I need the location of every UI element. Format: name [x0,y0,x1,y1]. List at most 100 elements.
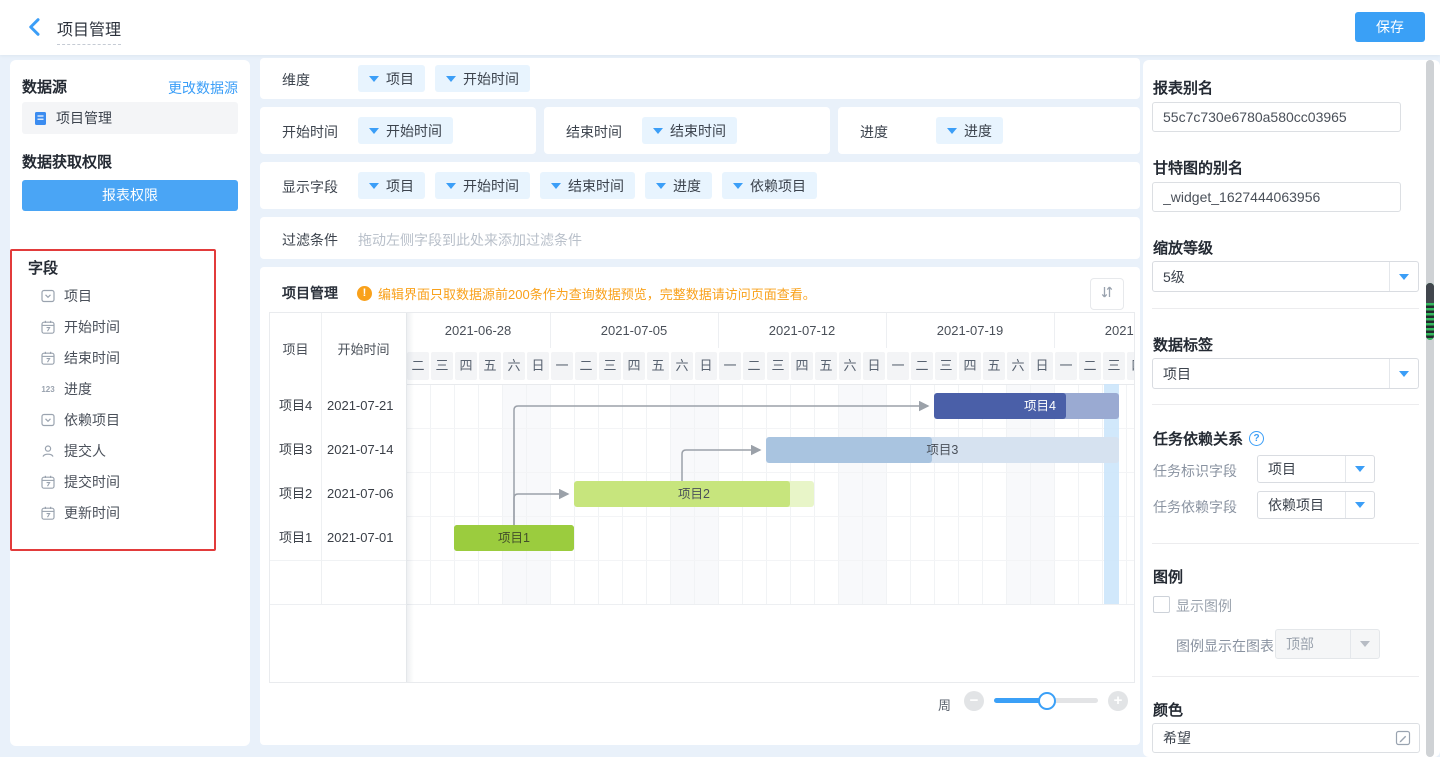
field-tag[interactable]: 依赖项目 [722,172,817,199]
table-col-divider [321,313,322,604]
report-alias-input[interactable] [1152,102,1401,132]
task-name-cell: 项目3 [270,428,321,472]
dependency-heading-row: 任务依赖关系 ? [1153,428,1264,449]
dimension-label: 维度 [282,70,310,90]
day-header: 日 [527,352,549,380]
gantt-bar-项目2[interactable]: 项目2 [574,481,814,507]
date-field-icon [40,475,56,489]
gantt-bar-项目3[interactable]: 项目3 [766,437,1119,463]
field-tag[interactable]: 结束时间 [642,117,737,144]
row-gridline [406,472,1135,473]
field-item-2[interactable]: 开始时间 [40,315,120,339]
field-label: 结束时间 [64,348,120,368]
frozen-shadow [407,313,414,683]
tag-label: 开始时间 [463,69,519,89]
field-tag[interactable]: 开始时间 [435,65,530,92]
day-gridline [502,384,503,604]
back-icon[interactable] [24,16,48,40]
field-tag[interactable]: 结束时间 [540,172,635,199]
day-gridline [526,384,527,604]
day-gridline [886,384,887,604]
select-field-icon [40,413,56,427]
field-tag[interactable]: 项目 [358,172,425,199]
change-datasource-link[interactable]: 更改数据源 [168,78,238,98]
tag-label: 进度 [673,176,701,196]
data-label-select[interactable]: 项目 [1152,358,1419,389]
show-legend-label: 显示图例 [1176,596,1232,616]
day-header: 一 [1055,352,1077,380]
zoom-level-select[interactable]: 5级 [1152,261,1419,292]
task-start-cell: 2021-07-21 [321,384,406,428]
panel-scrollbar-track[interactable] [1426,60,1434,757]
field-item-1[interactable]: 项目 [40,284,92,308]
legend-pos-value: 顶部 [1276,634,1350,654]
field-item-5[interactable]: 依赖项目 [40,408,120,432]
chevron-down-icon [1350,630,1379,658]
day-header: 日 [863,352,885,380]
field-item-4[interactable]: 123进度 [40,377,92,401]
field-tag[interactable]: 开始时间 [435,172,530,199]
end-time-tags: 结束时间 [642,117,737,144]
field-item-7[interactable]: 提交时间 [40,470,120,494]
chevron-down-icon [1389,359,1418,388]
col-header-project: 项目 [270,313,321,384]
gantt-bar-项目4[interactable]: 项目4 [934,393,1119,419]
zoom-unit-label: 周 [938,695,951,714]
day-gridline [478,384,479,604]
chevron-down-icon [369,76,379,82]
tag-label: 项目 [386,176,414,196]
sort-icon [1100,285,1114,304]
help-icon[interactable]: ? [1249,431,1264,446]
task-id-value: 项目 [1258,459,1345,479]
week-separator [718,313,719,348]
display-fields-tags: 项目 开始时间结束时间 进度 依赖项目 [358,172,817,199]
dimension-tags: 项目 开始时间 [358,65,530,92]
filter-row[interactable]: 过滤条件 拖动左侧字段到此处来添加过滤条件 [260,217,1140,259]
legend-pos-select[interactable]: 顶部 [1275,629,1380,659]
zoom-in-button[interactable]: + [1108,691,1128,711]
day-header: 六 [1007,352,1029,380]
task-start-cell: 2021-07-06 [321,472,406,516]
show-legend-checkbox[interactable] [1153,596,1170,613]
field-tag[interactable]: 进度 [645,172,712,199]
zoom-slider-thumb[interactable] [1038,692,1056,710]
field-item-6[interactable]: 提交人 [40,439,106,463]
edit-icon[interactable] [1395,730,1419,746]
sort-button[interactable] [1090,278,1124,310]
datasource-item[interactable]: 项目管理 [22,102,238,134]
field-tag[interactable]: 开始时间 [358,117,453,144]
gantt-alias-input[interactable] [1152,182,1401,212]
report-alias-heading: 报表别名 [1153,77,1213,98]
field-tag[interactable]: 进度 [936,117,1003,144]
chevron-down-icon [947,128,957,134]
color-scheme-input[interactable]: 希望 [1152,723,1420,753]
legend-pos-label: 图例显示在图表 [1176,636,1274,656]
panel-scrollbar-thumb[interactable] [1426,283,1434,340]
save-button[interactable]: 保存 [1355,12,1425,42]
gantt-bar-项目1[interactable]: 项目1 [454,525,574,551]
fields-list: 项目开始时间结束时间 123进度依赖项目提交人提交时间更新时间 [10,284,250,532]
tag-label: 依赖项目 [750,176,806,196]
row-gridline [406,560,1135,561]
zoom-out-button[interactable]: − [964,691,984,711]
gantt-bar-label: 项目2 [574,481,814,507]
chevron-down-icon [551,183,561,189]
week-header: 2021-07-05 [550,313,718,348]
color-heading: 颜色 [1153,699,1183,720]
field-item-8[interactable]: 更新时间 [40,501,120,525]
day-header: 五 [647,352,669,380]
day-header: 日 [695,352,717,380]
col-header-start: 开始时间 [321,313,406,384]
divider [1152,543,1419,544]
task-id-select[interactable]: 项目 [1257,455,1375,483]
end-time-label: 结束时间 [566,122,622,142]
row-gridline [406,516,1135,517]
field-item-3[interactable]: 结束时间 [40,346,120,370]
report-permission-button[interactable]: 报表权限 [22,180,238,211]
chevron-down-icon [656,183,666,189]
start-time-label: 开始时间 [282,122,338,142]
gantt-bar-label: 项目4 [1024,393,1056,419]
task-dep-select[interactable]: 依赖项目 [1257,491,1375,519]
field-tag[interactable]: 项目 [358,65,425,92]
task-name-cell: 项目1 [270,516,321,560]
